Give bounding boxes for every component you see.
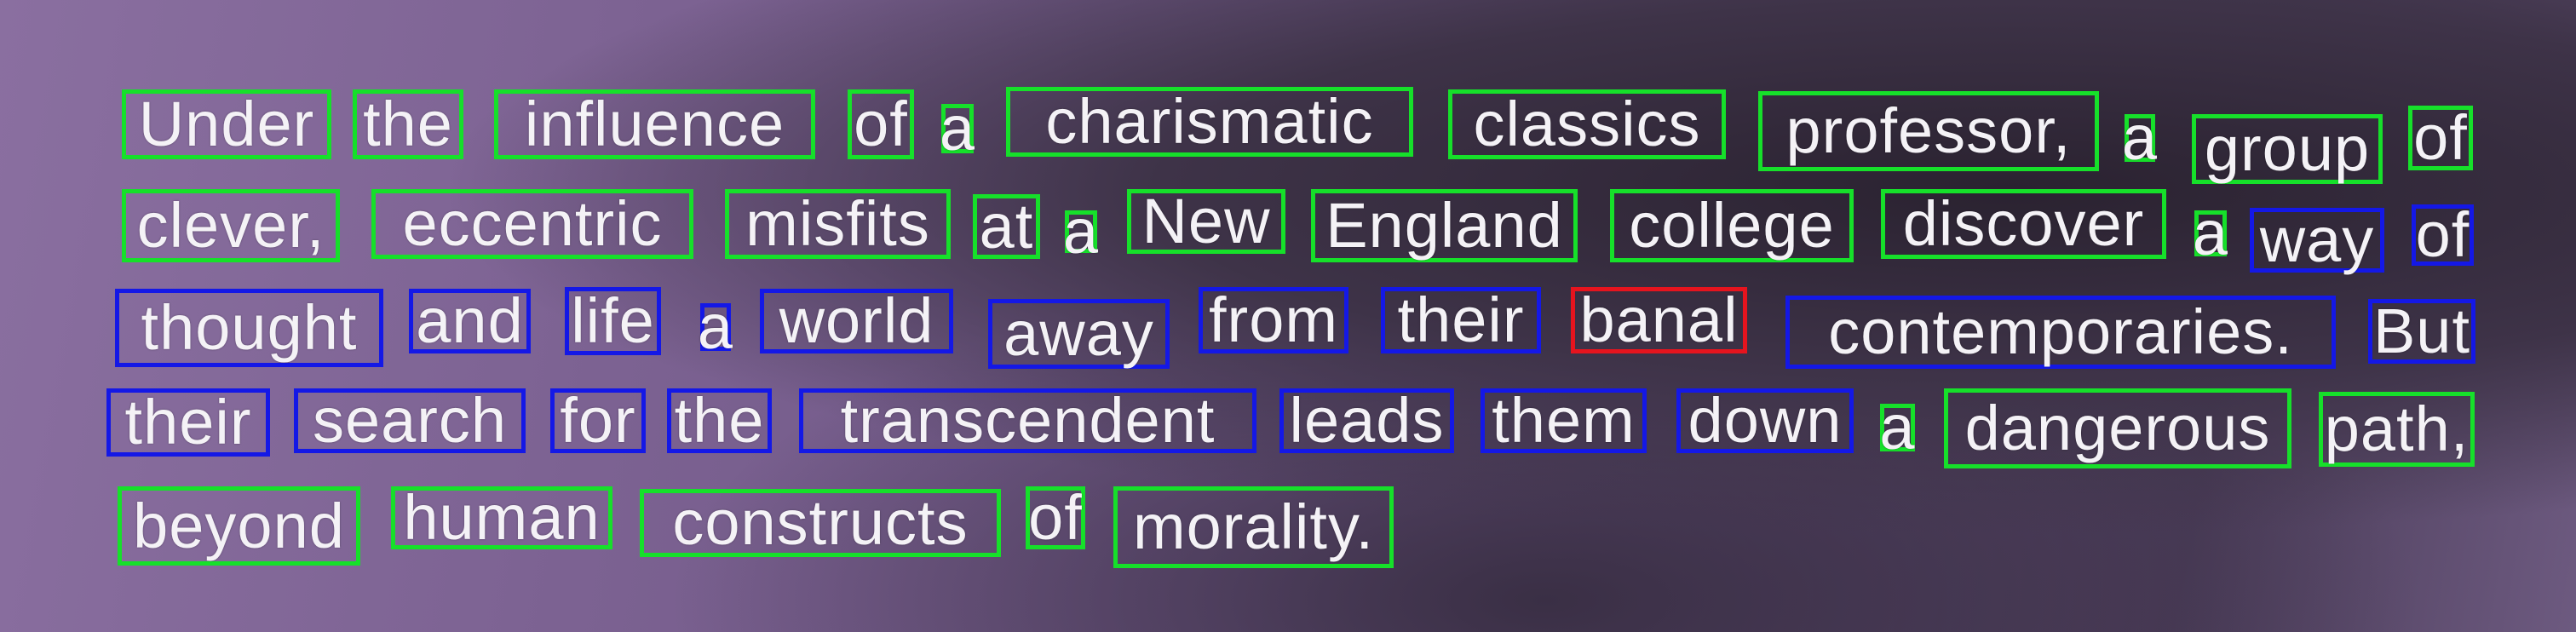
- word-box: their: [106, 388, 270, 457]
- word-box: the: [353, 89, 463, 159]
- word-box: their: [1381, 287, 1541, 353]
- word-box: path,: [2319, 392, 2475, 467]
- word-box: morality.: [1113, 486, 1394, 568]
- word-box: them: [1481, 388, 1647, 453]
- word-box: world: [760, 289, 953, 353]
- word-box: a: [2121, 102, 2159, 173]
- word-box: charismatic: [1006, 87, 1413, 157]
- word-box: of: [1026, 486, 1085, 549]
- word-box: down: [1676, 388, 1854, 453]
- word-box: dangerous: [1944, 388, 2291, 468]
- word-box: professor,: [1758, 91, 2099, 171]
- word-box: a: [1879, 392, 1916, 463]
- word-box: contemporaries.: [1785, 296, 2336, 369]
- word-box: New: [1127, 189, 1285, 254]
- word-box: eccentric: [371, 189, 693, 259]
- word-box: But: [2368, 299, 2475, 364]
- word-box: the: [667, 388, 772, 453]
- word-box: way: [2250, 208, 2384, 273]
- word-box: England: [1311, 189, 1578, 262]
- word-box: discover: [1881, 189, 2166, 259]
- word-box: college: [1610, 189, 1854, 262]
- word-box: away: [988, 299, 1170, 369]
- word-box: of: [2412, 204, 2474, 267]
- word-box: from: [1199, 287, 1348, 353]
- word-box: life: [565, 287, 661, 355]
- word-box: classics: [1448, 89, 1726, 159]
- word-box: of: [848, 89, 914, 159]
- word-box: transcendent: [799, 388, 1256, 453]
- word-box: banal: [1571, 287, 1747, 353]
- word-box: and: [409, 289, 531, 353]
- book-blurb-photo: Under the influence of a charismatic classics p…: [0, 0, 2576, 632]
- word-box: leads: [1279, 388, 1454, 453]
- word-box: beyond: [118, 486, 360, 566]
- word-box: Under: [122, 89, 331, 159]
- word-box: a: [1062, 196, 1100, 267]
- word-box: for: [550, 388, 646, 453]
- word-box: misfits: [725, 189, 951, 259]
- word-box: influence: [494, 89, 815, 159]
- word-box: constructs: [640, 489, 1001, 557]
- word-box: a: [2192, 198, 2229, 268]
- word-box: group: [2192, 114, 2383, 184]
- word-box: search: [294, 388, 526, 453]
- word-box: at: [973, 194, 1040, 259]
- word-box: thought: [115, 289, 383, 367]
- word-box: a: [939, 93, 976, 164]
- word-box: human: [391, 486, 612, 549]
- word-box: clever,: [122, 189, 340, 262]
- word-box: a: [697, 291, 734, 362]
- word-box: of: [2408, 106, 2473, 170]
